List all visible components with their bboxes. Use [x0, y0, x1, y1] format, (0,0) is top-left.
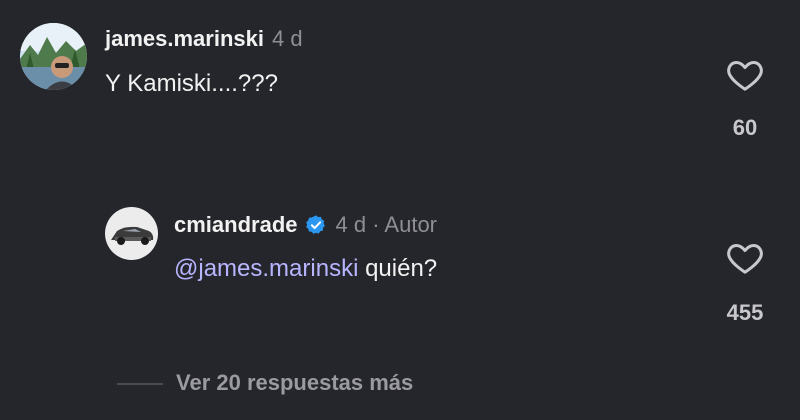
like-button[interactable]: [725, 55, 765, 95]
avatar-james-marinski[interactable]: [20, 23, 87, 90]
username[interactable]: james.marinski: [105, 26, 264, 52]
comment-header: james.marinski 4 d: [105, 25, 303, 53]
heart-outline-icon: [727, 244, 763, 274]
verified-badge-icon: [305, 215, 325, 234]
heart-outline-icon: [727, 61, 763, 91]
avatar-cmiandrade[interactable]: [105, 207, 158, 260]
mention-link[interactable]: @james.marinski: [174, 255, 358, 282]
reply-text: @james.marinski quién?: [174, 255, 437, 283]
comment-text: Y Kamiski....???: [105, 70, 278, 98]
comment-timestamp: 4 d: [271, 26, 303, 51]
like-button[interactable]: [725, 238, 765, 278]
username[interactable]: cmiandrade: [174, 212, 298, 238]
comment-body: Y Kamiski....???: [105, 70, 278, 97]
replies-divider: [117, 383, 163, 385]
reply-body: quién?: [358, 255, 438, 282]
like-count: 455: [726, 300, 764, 325]
reply-meta: 4 d · Autor: [335, 212, 438, 237]
view-more-replies-button[interactable]: Ver 20 respuestas más: [176, 370, 413, 396]
like-count: 60: [732, 115, 758, 140]
reply-header: cmiandrade 4 d · Autor: [174, 211, 437, 239]
